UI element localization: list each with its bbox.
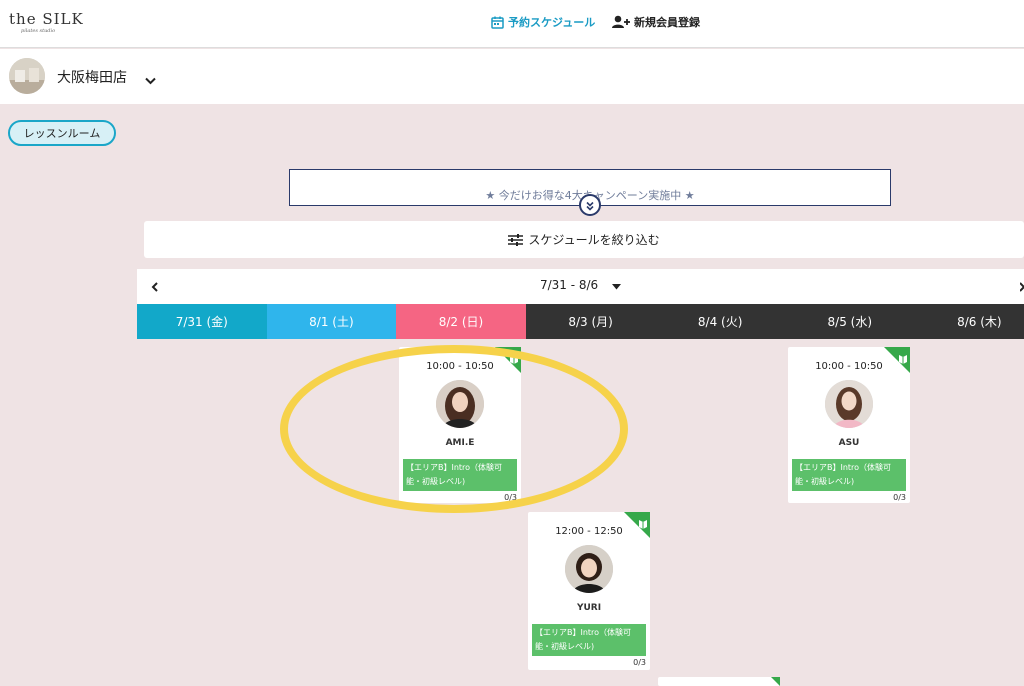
lesson-card-partial[interactable]: [658, 677, 780, 686]
nav-register-label: 新規会員登録: [634, 16, 700, 29]
day-header-row: 7/31 (金) 8/1 (土) 8/2 (日) 8/3 (月) 8/4 (火)…: [137, 304, 1024, 339]
instructor-photo: [565, 545, 613, 593]
day-header-0806[interactable]: 8/6 (木): [914, 304, 1024, 339]
day-label: 8/4 (火): [697, 315, 743, 329]
lesson-card[interactable]: 12:00 - 12:50 YURI 【エリアB】Intro（体験可能・初級レベ…: [528, 512, 650, 670]
capacity-count: 0/3: [893, 493, 906, 502]
chevron-down-icon[interactable]: [145, 70, 156, 89]
beginner-mark-icon: [510, 349, 518, 364]
store-selector-bar[interactable]: 大阪梅田店: [0, 49, 1024, 104]
expand-banner-button[interactable]: [579, 194, 601, 216]
instructor-photo: [825, 380, 873, 428]
logo[interactable]: the SILK pilates studio: [9, 10, 84, 34]
beginner-mark-icon: [639, 514, 647, 529]
logo-text: the SILK: [9, 10, 84, 28]
lesson-tag: 【エリアB】Intro（体験可能・初級レベル): [403, 459, 517, 491]
lesson-tag: 【エリアB】Intro（体験可能・初級レベル): [532, 624, 646, 656]
week-navigation: 7/31 - 8/6: [137, 269, 1024, 304]
sliders-icon: [508, 233, 524, 246]
week-range-selector[interactable]: 7/31 - 8/6: [137, 278, 1024, 293]
instructor-photo: [436, 380, 484, 428]
lesson-time: 12:00 - 12:50: [555, 526, 623, 537]
store-name: 大阪梅田店: [57, 70, 127, 86]
day-label: 7/31 (金): [175, 315, 228, 329]
capacity-count: 0/3: [504, 493, 517, 502]
lesson-card[interactable]: 10:00 - 10:50 ASU 【エリアB】Intro（体験可能・初級レベル…: [788, 347, 910, 503]
filter-label: スケジュールを絞り込む: [528, 233, 660, 247]
beginner-badge: [771, 677, 780, 686]
lesson-tag: 【エリアB】Intro（体験可能・初級レベル): [792, 459, 906, 491]
instructor-name: AMI.E: [445, 438, 475, 448]
capacity-count: 0/3: [633, 658, 646, 667]
nav-schedule-link[interactable]: 予約スケジュール: [491, 12, 595, 32]
calendar-icon: [491, 16, 504, 29]
instructor-name: ASU: [838, 438, 860, 448]
lesson-card[interactable]: 10:00 - 10:50 AMI.E 【エリアB】Intro（体験可能・初級レ…: [399, 347, 521, 503]
logo-subtext: pilates studio: [21, 28, 56, 34]
filter-schedule-button[interactable]: スケジュールを絞り込む: [144, 221, 1024, 258]
top-header: the SILK pilates studio 予約スケジュール 新規会員登録: [0, 0, 1024, 48]
nav-register-link[interactable]: 新規会員登録: [612, 12, 700, 32]
caret-down-icon: [612, 279, 622, 293]
day-label: 8/3 (月): [568, 315, 613, 329]
week-range-label: 7/31 - 8/6: [539, 278, 599, 292]
lesson-time: 10:00 - 10:50: [815, 361, 883, 372]
day-label: 8/2 (日): [438, 315, 484, 329]
day-header-0805[interactable]: 8/5 (水): [784, 304, 915, 339]
instructor-name: YURI: [576, 603, 602, 613]
day-header-0803[interactable]: 8/3 (月): [525, 304, 656, 339]
nav-schedule-label: 予約スケジュール: [508, 16, 596, 29]
chevron-right-icon[interactable]: [1019, 278, 1024, 297]
day-label: 8/5 (水): [827, 315, 873, 329]
day-header-0801[interactable]: 8/1 (土): [266, 304, 397, 339]
lesson-time: 10:00 - 10:50: [426, 361, 494, 372]
beginner-mark-icon: [899, 349, 907, 364]
room-filter-pill[interactable]: レッスンルーム: [8, 120, 116, 146]
double-chevron-down-icon: [585, 196, 595, 215]
day-label: 8/1 (土): [309, 315, 354, 329]
day-header-0804[interactable]: 8/4 (火): [655, 304, 785, 339]
day-header-0802[interactable]: 8/2 (日): [396, 304, 526, 339]
add-user-icon: [612, 15, 630, 29]
store-image: [9, 58, 45, 94]
room-label: レッスンルーム: [23, 127, 101, 140]
day-label: 8/6 (木): [957, 315, 1002, 329]
day-header-0731[interactable]: 7/31 (金): [137, 304, 267, 339]
